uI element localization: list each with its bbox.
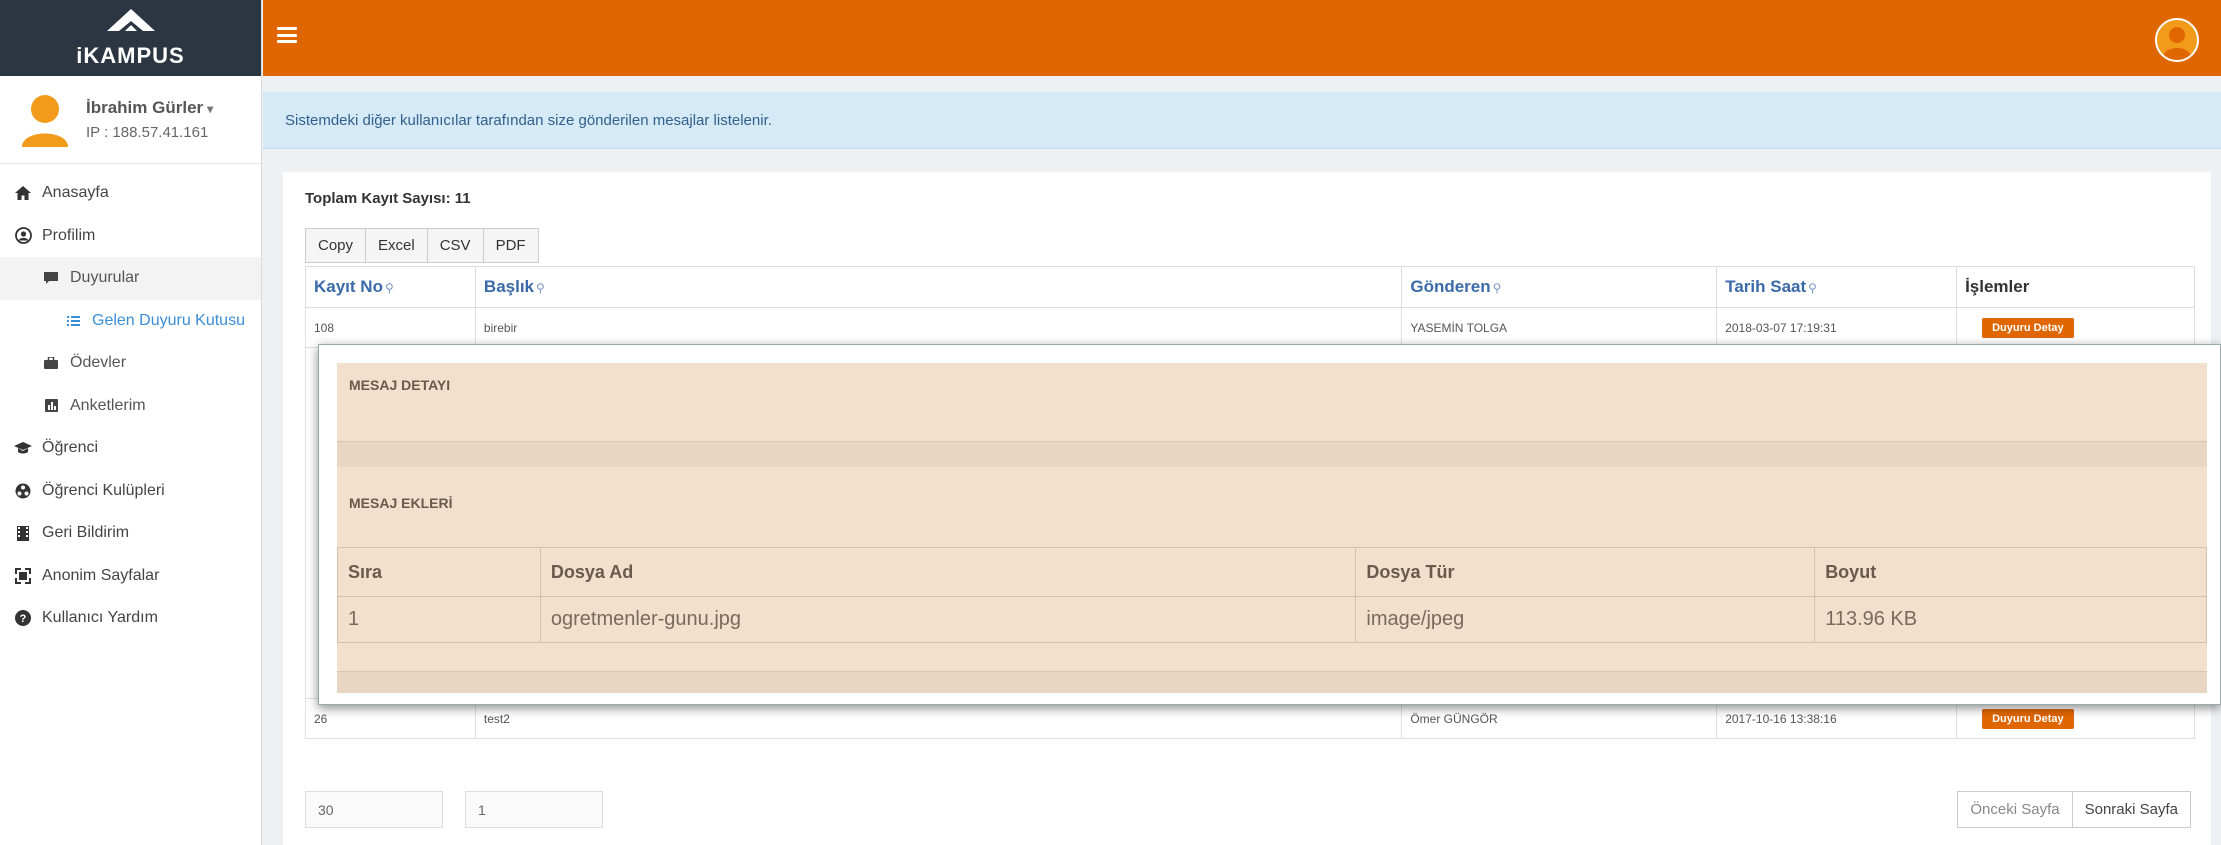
page-number-input[interactable] xyxy=(465,791,603,828)
cell-sender: YASEMİN TOLGA xyxy=(1401,307,1718,348)
sidebar-item-duyurular[interactable]: Duyurular xyxy=(0,257,261,300)
sidebar-item-label: Gelen Duyuru Kutusu xyxy=(92,311,245,329)
sidebar-item-kullanici-yardim[interactable]: ? Kullanıcı Yardım xyxy=(0,597,261,640)
user-name[interactable]: İbrahim Gürler xyxy=(86,98,203,117)
page-size-input[interactable] xyxy=(305,791,443,828)
home-icon xyxy=(14,184,32,202)
table-row: 1 ogretmenler-gunu.jpg image/jpeg 113.96… xyxy=(337,596,2207,643)
user-ip: IP : 188.57.41.161 xyxy=(86,124,209,141)
graduation-cap-icon xyxy=(14,439,32,457)
column-header-dosya-tur: Dosya Tür xyxy=(1355,547,1816,597)
sidebar-item-ogrenci-kulupleri[interactable]: Öğrenci Kulüpleri xyxy=(0,470,261,513)
cell-file-name[interactable]: ogretmenler-gunu.jpg xyxy=(539,596,1357,643)
briefcase-icon xyxy=(42,354,60,372)
poll-icon xyxy=(42,397,60,415)
modal-attachments-title: MESAJ EKLERİ xyxy=(349,495,453,511)
user-circle-icon xyxy=(14,227,32,245)
film-icon xyxy=(14,524,32,542)
column-label: Kayıt No xyxy=(314,277,383,296)
column-label: Gönderen xyxy=(1410,277,1491,296)
brand-logo[interactable]: iKAMPUS xyxy=(0,0,261,76)
search-icon[interactable]: ⚲ xyxy=(385,281,394,295)
column-header-baslik[interactable]: Başlık ⚲ xyxy=(474,266,1403,308)
sidebar-item-label: Anasayfa xyxy=(42,184,109,202)
column-label: İşlemler xyxy=(1965,277,2030,296)
sidebar-item-label: Kullanıcı Yardım xyxy=(42,609,158,627)
search-icon[interactable]: ⚲ xyxy=(536,281,545,295)
cell-date: 2018-03-07 17:19:31 xyxy=(1716,307,1958,348)
csv-button[interactable]: CSV xyxy=(426,228,484,263)
sidebar-item-label: Duyurular xyxy=(70,269,140,287)
column-header-sira: Sıra xyxy=(337,547,541,597)
cell-file-type: image/jpeg xyxy=(1355,596,1816,643)
sidebar-item-ogrenci[interactable]: Öğrenci xyxy=(0,427,261,470)
sidebar-item-odevler[interactable]: Ödevler xyxy=(0,342,261,385)
previous-page-button[interactable]: Önceki Sayfa xyxy=(1957,791,2073,828)
sidebar-item-anketlerim[interactable]: Anketlerim xyxy=(0,385,261,428)
sidebar-item-label: Profilim xyxy=(42,226,96,244)
column-header-tarih-saat[interactable]: Tarih Saat ⚲ xyxy=(1716,266,1958,308)
modal-content: MESAJ DETAYI MESAJ EKLERİ Sıra Dosya Ad … xyxy=(337,363,2207,693)
sidebar-menu: Anasayfa Profilim Duyurular Gelen Duyuru… xyxy=(0,172,261,640)
column-header-kayit-no[interactable]: Kayıt No ⚲ xyxy=(305,266,476,308)
svg-text:?: ? xyxy=(20,613,27,625)
cell-size: 113.96 KB xyxy=(1814,596,2207,643)
brand-name: iKAMPUS xyxy=(76,43,185,68)
clubs-icon xyxy=(14,482,32,500)
total-records: Toplam Kayıt Sayısı: 11 xyxy=(305,190,471,207)
expand-icon xyxy=(14,567,32,585)
pager-inputs xyxy=(305,791,625,828)
sidebar-item-label: Geri Bildirim xyxy=(42,524,130,542)
sidebar-item-profilim[interactable]: Profilim xyxy=(0,215,261,258)
column-label: Başlık xyxy=(483,277,535,296)
search-icon[interactable]: ⚲ xyxy=(1808,281,1817,295)
cell-id: 108 xyxy=(305,307,476,348)
attachments-table: Sıra Dosya Ad Dosya Tür Boyut 1 ogretmen… xyxy=(337,547,2207,643)
pager-buttons: Önceki Sayfa Sonraki Sayfa xyxy=(1957,791,2191,828)
list-icon xyxy=(64,312,82,330)
comment-icon xyxy=(42,269,60,287)
sidebar-item-gelen-duyuru-kutusu[interactable]: Gelen Duyuru Kutusu xyxy=(0,300,261,343)
sidebar-item-label: Anketlerim xyxy=(70,396,146,414)
top-bar xyxy=(263,0,2221,76)
table-row: 108 birebir YASEMİN TOLGA 2018-03-07 17:… xyxy=(305,307,2195,348)
pdf-button[interactable]: PDF xyxy=(482,228,539,263)
sidebar-item-anasayfa[interactable]: Anasayfa xyxy=(0,172,261,215)
modal-footer-separator xyxy=(337,671,2207,693)
sidebar-item-geri-bildirim[interactable]: Geri Bildirim xyxy=(0,512,261,555)
sidebar-item-label: Anonim Sayfalar xyxy=(42,566,160,584)
logo-mark-icon xyxy=(106,9,155,31)
cell-title: birebir xyxy=(474,307,1403,348)
column-label: Tarih Saat xyxy=(1725,277,1807,296)
export-toolbar: Copy Excel CSV PDF xyxy=(305,228,539,263)
cell-order: 1 xyxy=(337,596,541,643)
sidebar-item-label: Öğrenci xyxy=(42,439,99,457)
modal-detail-title: MESAJ DETAYI xyxy=(349,377,451,393)
question-circle-icon: ? xyxy=(14,609,32,627)
copy-button[interactable]: Copy xyxy=(305,228,367,263)
sidebar-item-label: Ödevler xyxy=(70,354,127,372)
sidebar-item-label: Öğrenci Kulüpleri xyxy=(42,481,165,499)
duyuru-detay-button[interactable]: Duyuru Detay xyxy=(1982,708,2074,729)
column-header-dosya-ad: Dosya Ad xyxy=(539,547,1357,597)
duyuru-detay-button[interactable]: Duyuru Detay xyxy=(1982,317,2074,338)
caret-down-icon[interactable]: ▾ xyxy=(207,102,213,116)
avatar xyxy=(20,93,70,147)
top-avatar[interactable] xyxy=(2155,18,2199,62)
modal-separator xyxy=(337,441,2207,467)
search-icon[interactable]: ⚲ xyxy=(1493,281,1502,295)
cell-actions: Duyuru Detay xyxy=(1956,307,2195,348)
sidebar-item-anonim-sayfalar[interactable]: Anonim Sayfalar xyxy=(0,555,261,598)
sidebar: iKAMPUS İbrahim Gürler ▾ IP : 188.57.41.1… xyxy=(0,0,262,845)
menu-toggle-icon[interactable] xyxy=(277,27,297,43)
message-detail-modal: MESAJ DETAYI MESAJ EKLERİ Sıra Dosya Ad … xyxy=(318,344,2221,705)
next-page-button[interactable]: Sonraki Sayfa xyxy=(2071,791,2191,828)
info-banner: Sistemdeki diğer kullanıcılar tarafından… xyxy=(263,92,2221,149)
excel-button[interactable]: Excel xyxy=(365,228,428,263)
column-header-boyut: Boyut xyxy=(1814,547,2207,597)
column-header-gonderen[interactable]: Gönderen ⚲ xyxy=(1401,266,1718,308)
user-panel[interactable]: İbrahim Gürler ▾ IP : 188.57.41.161 xyxy=(0,76,261,164)
column-header-islemler: İşlemler xyxy=(1956,266,2195,308)
